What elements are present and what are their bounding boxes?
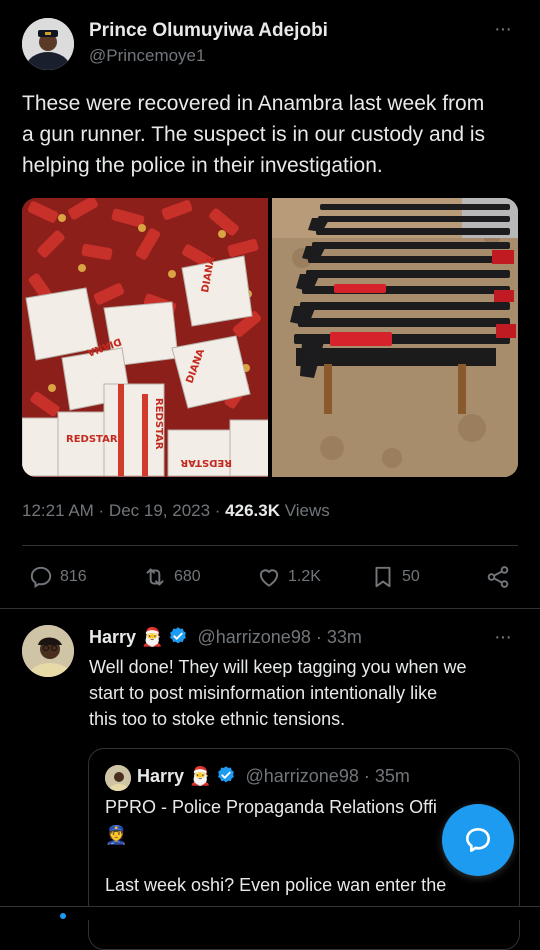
bookmark-button[interactable]: 50 (370, 564, 420, 590)
reply-author-name[interactable]: Harry (89, 627, 136, 647)
author-handle[interactable]: @Princemoye1 (89, 46, 205, 66)
author-name[interactable]: Prince Olumuyiwa Adejobi (89, 20, 328, 42)
like-button[interactable]: 1.2K (256, 564, 321, 590)
reply-count: 816 (60, 568, 87, 585)
quoted-time: · 35m (363, 766, 410, 786)
police-officer-emoji: 👮 (105, 825, 128, 845)
tweet-text-line: a gun runner. The suspect is in our cust… (22, 123, 486, 146)
verified-badge-icon (170, 627, 187, 644)
quoted-handle: @harrizone98 (245, 766, 359, 786)
reply-button[interactable]: 816 (28, 564, 87, 590)
santa-emoji: 🎅 (141, 627, 164, 647)
reply-handle[interactable]: @harrizone98 (198, 627, 311, 647)
timestamp[interactable]: 12:21 AM · Dec 19, 2023 · (22, 501, 225, 520)
bookmark-count: 50 (402, 568, 420, 585)
views-label: Views (280, 501, 330, 520)
floating-messages-button[interactable] (442, 804, 514, 876)
reply-author-avatar[interactable] (22, 625, 74, 677)
cartridges-photo[interactable]: DIANA DIANA DIANA REDSTAR REDSTAR REDSTA… (22, 198, 271, 477)
box-label: REDSTAR (66, 434, 118, 445)
verified-badge-icon (218, 766, 235, 783)
share-icon (487, 566, 509, 588)
santa-emoji: 🎅 (189, 766, 212, 786)
divider (22, 545, 518, 546)
quoted-author-avatar (105, 765, 131, 791)
quoted-text-line: Last week oshi? Even police wan enter th… (105, 875, 447, 895)
quoted-author-name: Harry (137, 766, 185, 786)
nav-indicator-dot (60, 913, 66, 919)
tweet-text-line: These were recovered in Anambra last wee… (22, 92, 485, 115)
divider (0, 608, 540, 609)
reply-time[interactable]: · 33m (316, 627, 362, 647)
reply-text: Well done! They will keep tagging you wh… (89, 654, 529, 732)
tweet-meta: 12:21 AM · Dec 19, 2023 · 426.3K Views (22, 501, 330, 521)
retweet-button[interactable]: 680 (142, 564, 201, 590)
author-avatar[interactable] (22, 18, 74, 70)
tweet-text: These were recovered in Anambra last wee… (22, 88, 532, 181)
media-container: DIANA DIANA DIANA REDSTAR REDSTAR REDSTA… (22, 198, 518, 477)
quoted-text-line: PPRO - Police Propaganda Relations Offi (105, 797, 437, 817)
retweet-icon (146, 568, 164, 586)
reply-text-line: start to post misinformation intentional… (89, 683, 438, 703)
retweet-count: 680 (174, 568, 201, 585)
tweet-text-line: helping the police in their investigatio… (22, 154, 383, 177)
reply-text-line: this too to stoke ethnic tensions. (89, 709, 346, 729)
views-count: 426.3K (225, 501, 280, 520)
chat-bubble-icon (466, 828, 490, 852)
box-label: REDSTAR (180, 457, 232, 468)
reply-header: Harry 🎅 @harrizone98 · 33m (89, 626, 362, 648)
guns-photo[interactable] (272, 198, 518, 477)
reply-more-options-icon[interactable]: ··· (494, 626, 512, 649)
box-label: REDSTAR (153, 398, 164, 450)
reply-icon (30, 566, 52, 588)
bookmark-icon (375, 566, 391, 588)
more-options-icon[interactable]: ··· (494, 18, 512, 41)
bottom-nav-partial (0, 906, 540, 920)
reply-text-line: Well done! They will keep tagging you wh… (89, 657, 467, 677)
heart-icon (259, 569, 279, 587)
share-button[interactable] (485, 564, 511, 590)
quoted-header: Harry 🎅 @harrizone98 · 35m (137, 765, 410, 787)
like-count: 1.2K (288, 568, 321, 585)
